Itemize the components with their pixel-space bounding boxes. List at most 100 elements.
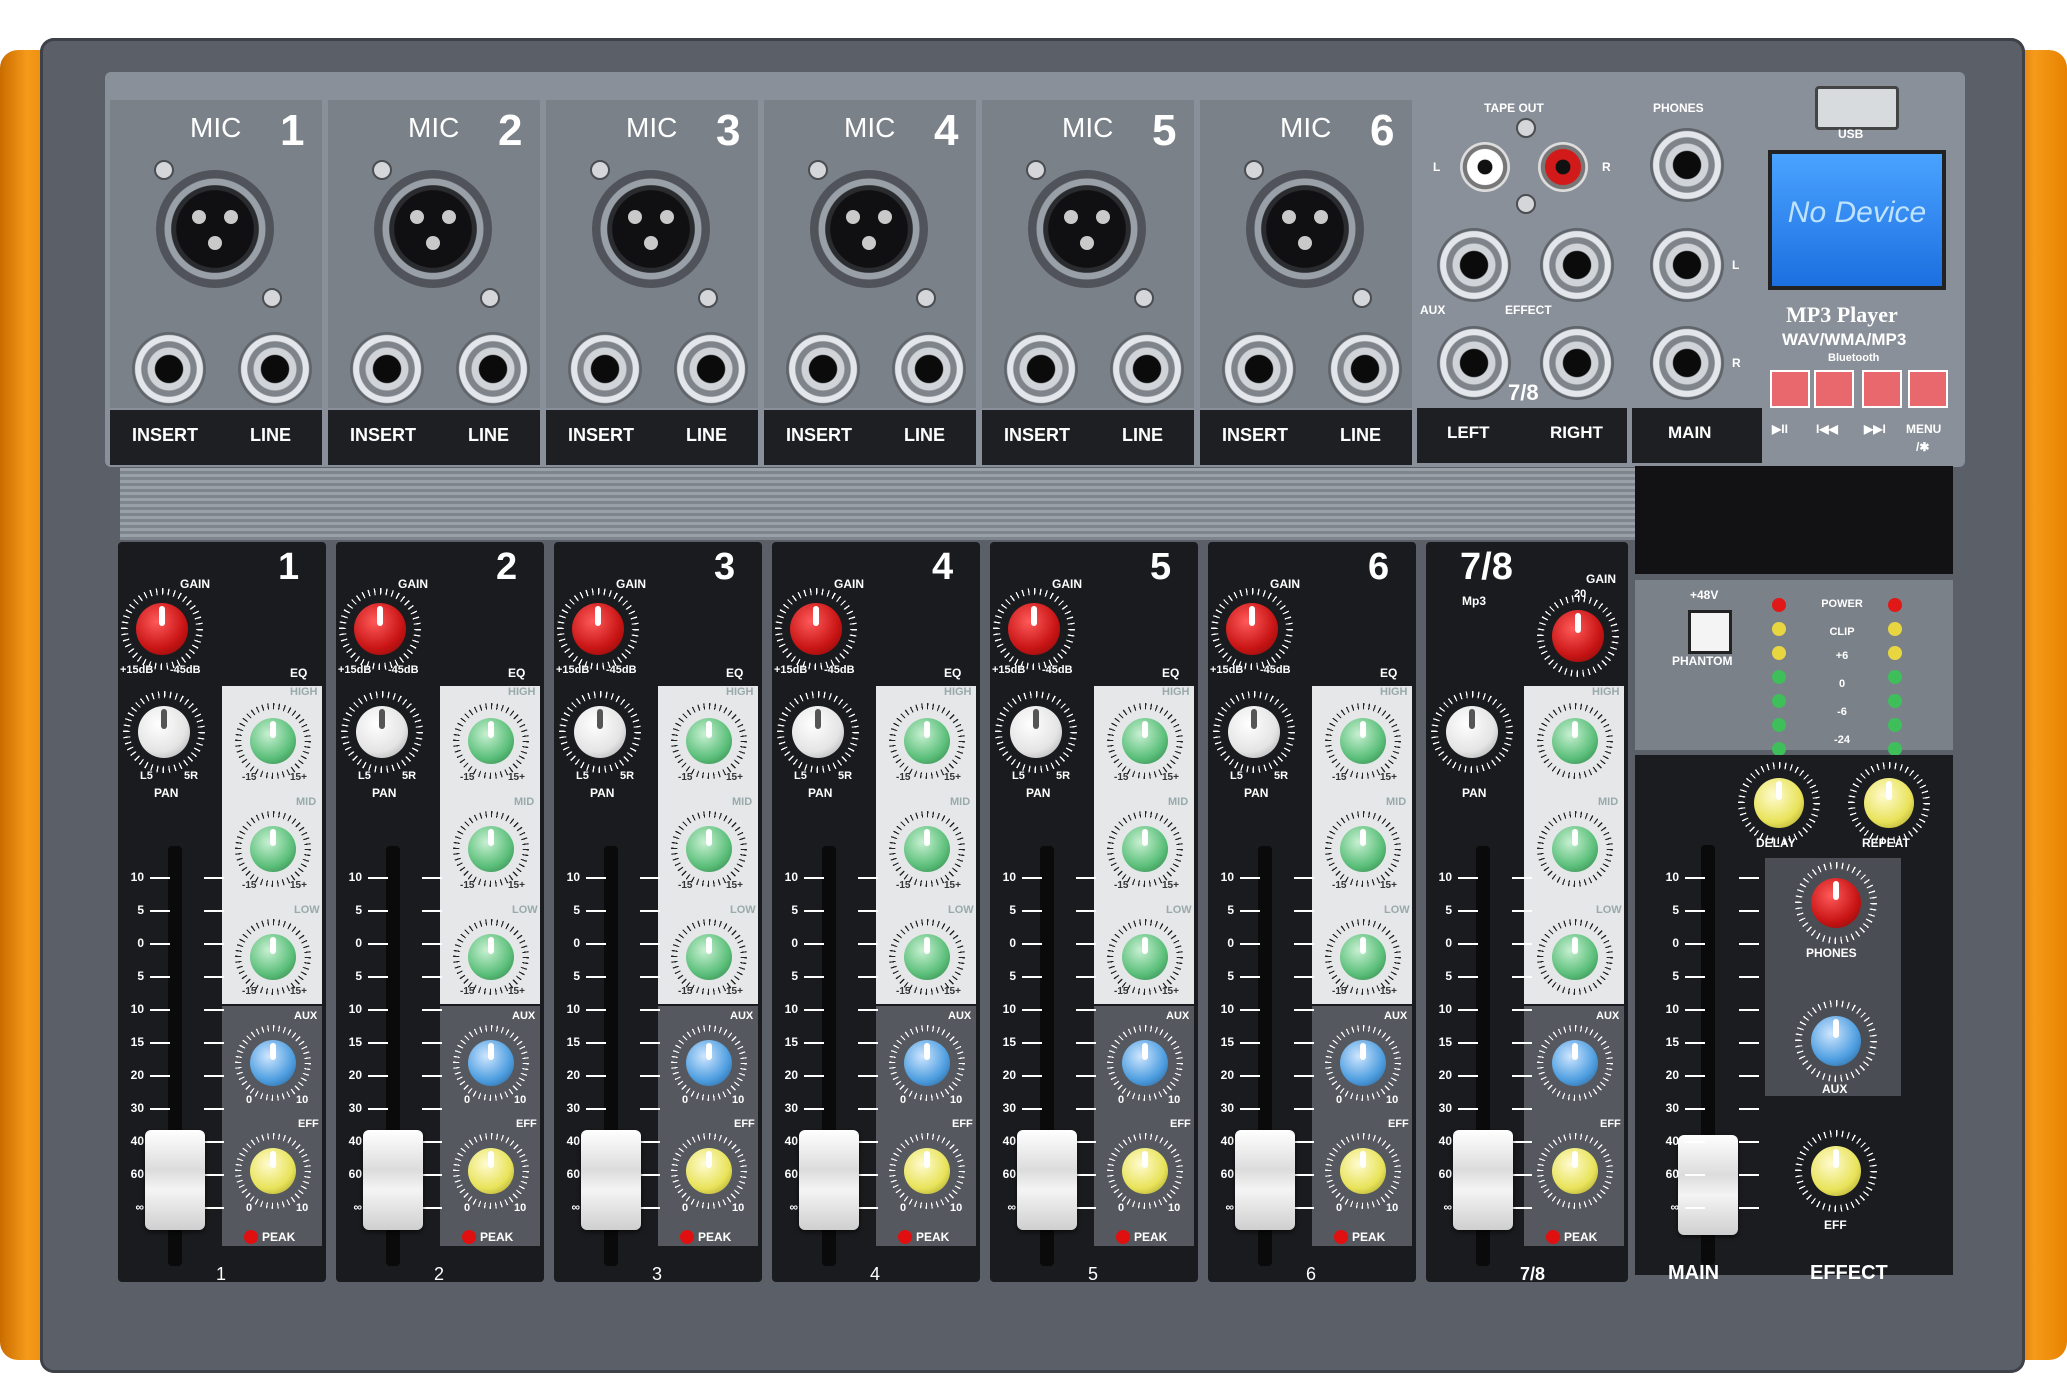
gain-knob[interactable] (1226, 603, 1278, 655)
gain-knob[interactable] (572, 603, 624, 655)
delay-knob[interactable] (1754, 778, 1804, 828)
channel-fader-cap[interactable] (799, 1130, 859, 1230)
aux-send-jack[interactable] (1437, 228, 1511, 302)
xlr-mic-input-jack[interactable] (810, 170, 928, 288)
stereo-eq-high-knob[interactable] (1552, 718, 1598, 764)
pan-knob[interactable] (138, 706, 190, 758)
eq-mid-knob[interactable] (904, 826, 950, 872)
stereo-eq-low-knob[interactable] (1552, 934, 1598, 980)
line-input-jack[interactable] (892, 332, 966, 406)
aux-send-knob[interactable] (904, 1040, 950, 1086)
pan-knob[interactable] (792, 706, 844, 758)
effect-send-knob[interactable] (1122, 1148, 1168, 1194)
stereo-fader-cap[interactable] (1453, 1130, 1513, 1230)
stereo-aux-send-knob[interactable] (1552, 1040, 1598, 1086)
stereo-right-input-jack[interactable] (1540, 326, 1614, 400)
stereo-balance-knob[interactable] (1446, 706, 1498, 758)
eq-mid-knob[interactable] (1122, 826, 1168, 872)
pan-knob[interactable] (574, 706, 626, 758)
eq-mid-knob[interactable] (686, 826, 732, 872)
stereo-eq-mid-knob[interactable] (1552, 826, 1598, 872)
channel-fader-cap[interactable] (363, 1130, 423, 1230)
xlr-mic-input-jack[interactable] (592, 170, 710, 288)
eq-mid-knob[interactable] (1340, 826, 1386, 872)
master-aux-knob[interactable] (1811, 1016, 1861, 1066)
stereo-gain-knob[interactable] (1552, 610, 1604, 662)
phones-jack[interactable] (1650, 128, 1724, 202)
eq-low-knob[interactable] (250, 934, 296, 980)
aux-send-knob[interactable] (1122, 1040, 1168, 1086)
effect-send-jack[interactable] (1540, 228, 1614, 302)
tape-out-left-rca-jack[interactable] (1460, 142, 1510, 192)
eq-high-knob[interactable] (468, 718, 514, 764)
eq-low-knob[interactable] (1122, 934, 1168, 980)
eq-high-knob[interactable] (904, 718, 950, 764)
insert-jack[interactable] (568, 332, 642, 406)
effect-send-knob[interactable] (904, 1148, 950, 1194)
insert-jack[interactable] (350, 332, 424, 406)
gain-knob[interactable] (790, 603, 842, 655)
pan-knob[interactable] (356, 706, 408, 758)
effect-send-knob[interactable] (250, 1148, 296, 1194)
line-input-jack[interactable] (674, 332, 748, 406)
eq-high-knob[interactable] (250, 718, 296, 764)
aux-send-knob[interactable] (468, 1040, 514, 1086)
eq-low-knob[interactable] (468, 934, 514, 980)
eq-mid-knob[interactable] (468, 826, 514, 872)
line-input-jack[interactable] (456, 332, 530, 406)
gain-knob[interactable] (136, 603, 188, 655)
xlr-mic-input-jack[interactable] (156, 170, 274, 288)
previous-track-button[interactable] (1814, 370, 1854, 408)
eq-low-knob[interactable] (904, 934, 950, 980)
stereo-gain-label: GAIN (1586, 572, 1616, 586)
line-input-jack[interactable] (1110, 332, 1184, 406)
eq-mid-knob[interactable] (250, 826, 296, 872)
channel-fader-cap[interactable] (581, 1130, 641, 1230)
aux-send-knob[interactable] (686, 1040, 732, 1086)
channel-fader-cap[interactable] (1235, 1130, 1295, 1230)
main-fader-cap[interactable] (1678, 1135, 1738, 1235)
master-effect-knob[interactable] (1811, 1146, 1861, 1196)
eq-high-knob[interactable] (686, 718, 732, 764)
eq-high-knob[interactable] (1122, 718, 1168, 764)
next-track-button[interactable] (1862, 370, 1902, 408)
play-pause-button[interactable] (1770, 370, 1810, 408)
pan-knob[interactable] (1010, 706, 1062, 758)
mic-label: MIC (844, 112, 896, 143)
insert-jack[interactable] (1004, 332, 1078, 406)
repeat-knob[interactable] (1864, 778, 1914, 828)
eq-low-knob[interactable] (1340, 934, 1386, 980)
tape-out-right-rca-jack[interactable] (1538, 142, 1588, 192)
insert-jack[interactable] (786, 332, 860, 406)
effect-send-knob[interactable] (468, 1148, 514, 1194)
main-out-right-jack[interactable] (1650, 326, 1724, 400)
fader-scale-tick (1294, 1108, 1314, 1110)
aux-send-knob[interactable] (1340, 1040, 1386, 1086)
phones-level-knob[interactable] (1811, 878, 1861, 928)
gain-knob[interactable] (1008, 603, 1060, 655)
line-input-jack[interactable] (1328, 332, 1402, 406)
phantom-power-button[interactable] (1688, 610, 1732, 654)
channel-fader-cap[interactable] (1017, 1130, 1077, 1230)
insert-jack[interactable] (1222, 332, 1296, 406)
xlr-mic-input-jack[interactable] (1246, 170, 1364, 288)
effect-send-knob[interactable] (686, 1148, 732, 1194)
line-input-jack[interactable] (238, 332, 312, 406)
insert-jack[interactable] (132, 332, 206, 406)
main-out-left-jack[interactable] (1650, 228, 1724, 302)
gain-knob[interactable] (354, 603, 406, 655)
xlr-mic-input-jack[interactable] (374, 170, 492, 288)
fader-scale-label: 5 (355, 903, 362, 917)
stereo-left-input-jack[interactable] (1437, 326, 1511, 400)
xlr-mic-input-jack[interactable] (1028, 170, 1146, 288)
usb-port[interactable] (1815, 86, 1899, 130)
eq-low-knob[interactable] (686, 934, 732, 980)
aux-send-label: AUX (512, 1010, 536, 1022)
channel-fader-cap[interactable] (145, 1130, 205, 1230)
stereo-effect-send-knob[interactable] (1552, 1148, 1598, 1194)
effect-send-knob[interactable] (1340, 1148, 1386, 1194)
aux-send-knob[interactable] (250, 1040, 296, 1086)
eq-high-knob[interactable] (1340, 718, 1386, 764)
menu-bluetooth-button[interactable] (1908, 370, 1948, 408)
pan-knob[interactable] (1228, 706, 1280, 758)
